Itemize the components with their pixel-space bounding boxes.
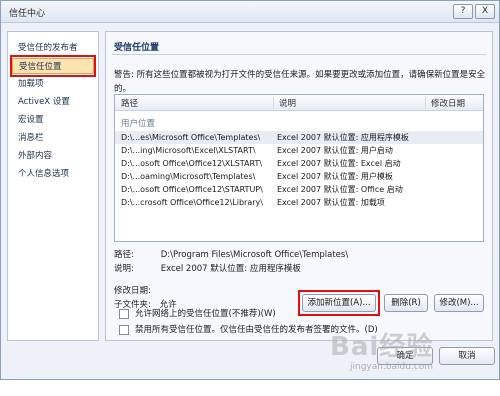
detail-date-label: 修改日期: xyxy=(114,286,151,296)
watermark-logo: Bai经验 xyxy=(330,332,434,362)
sidebar-item-trusted-publishers[interactable]: 受信任的发布者 xyxy=(12,40,94,56)
locations-table: 路径 说明 修改日期 用户位置 D:\...es\Microsoft Offic… xyxy=(114,94,484,242)
row-description: Excel 2007 默认位置: Excel 启动 xyxy=(277,159,401,168)
disable-trusted-locations-checkbox[interactable] xyxy=(119,324,129,335)
table-row[interactable]: D:\...oaming\Microsoft\Templates\ Excel … xyxy=(115,170,483,183)
row-path: D:\...osoft Office\Office12\STARTUP\ xyxy=(121,185,263,194)
row-description: Excel 2007 默认位置: 用户启动 xyxy=(277,146,393,155)
title-bar: 信任中心 ? X xyxy=(1,1,499,23)
detail-path-value: D:\Program Files\Microsoft Office\Templa… xyxy=(160,250,349,260)
table-row[interactable]: D:\...crosoft Office\Office12\Library\ E… xyxy=(115,196,483,209)
sidebar-item-activex-settings[interactable]: ActiveX 设置 xyxy=(12,94,94,110)
help-button[interactable]: ? xyxy=(453,4,473,19)
row-description: Excel 2007 默认位置: 用户模板 xyxy=(277,172,393,181)
row-description: Excel 2007 默认位置: 应用程序模板 xyxy=(277,133,409,142)
table-row[interactable]: D:\...ing\Microsoft\Excel\XLSTART\ Excel… xyxy=(115,144,483,157)
sidebar-item-external-content[interactable]: 外部内容 xyxy=(12,148,94,164)
watermark-url: jingyan.baidu.com xyxy=(350,362,434,372)
close-button[interactable]: X xyxy=(475,4,495,19)
row-path: D:\...oaming\Microsoft\Templates\ xyxy=(121,172,256,181)
column-header-path[interactable]: 路径 xyxy=(121,97,138,109)
trust-center-dialog: 信任中心 ? X 受信任的发布者 受信任位置 加载项 ActiveX 设置 宏设… xyxy=(0,0,500,380)
row-path: D:\...ing\Microsoft\Excel\XLSTART\ xyxy=(121,146,256,155)
row-path: D:\...es\Microsoft Office\Templates\ xyxy=(121,133,261,142)
warning-text: 警告: 所有这些位置都被视为打开文件的受信任来源。如果要更改或添加位置，请确保新… xyxy=(114,70,486,94)
remove-button[interactable]: 删除(R) xyxy=(384,294,428,312)
sidebar-item-addins[interactable]: 加载项 xyxy=(12,76,94,92)
sidebar-item-macro-settings[interactable]: 宏设置 xyxy=(12,112,94,128)
column-divider xyxy=(273,97,274,109)
trusted-locations-panel: 受信任位置 警告: 所有这些位置都被视为打开文件的受信任来源。如果要更改或添加位… xyxy=(105,31,493,341)
allow-network-locations-option[interactable]: 允许网络上的受信任位置(不推荐)(W) xyxy=(119,307,276,319)
row-description: Excel 2007 默认位置: 加载项 xyxy=(277,198,385,207)
table-row[interactable]: D:\...osoft Office\Office12\XLSTART\ Exc… xyxy=(115,157,483,170)
detail-description-label: 说明: xyxy=(114,264,134,274)
table-row[interactable]: D:\...es\Microsoft Office\Templates\ Exc… xyxy=(115,131,483,144)
detail-path: 路径: D:\Program Files\Microsoft Office\Te… xyxy=(114,248,348,260)
sidebar-item-message-bar[interactable]: 消息栏 xyxy=(12,130,94,146)
allow-network-locations-checkbox[interactable] xyxy=(119,308,129,319)
column-header-description[interactable]: 说明 xyxy=(279,97,296,109)
column-divider xyxy=(425,97,426,109)
group-label-user-locations: 用户位置 xyxy=(121,119,156,129)
detail-description: 说明: Excel 2007 默认位置: 应用程序模板 xyxy=(114,262,301,274)
detail-date-modified: 修改日期: xyxy=(114,284,151,296)
column-header-date-modified[interactable]: 修改日期 xyxy=(431,97,465,109)
row-path: D:\...osoft Office\Office12\XLSTART\ xyxy=(121,159,263,168)
table-row[interactable]: D:\...osoft Office\Office12\STARTUP\ Exc… xyxy=(115,183,483,196)
cancel-button[interactable]: 取消 xyxy=(439,347,495,365)
sidebar-item-privacy-options[interactable]: 个人信息选项 xyxy=(12,166,94,182)
highlight-box-add-button xyxy=(298,290,380,316)
detail-path-label: 路径: xyxy=(114,250,134,260)
category-sidebar: 受信任的发布者 受信任位置 加载项 ActiveX 设置 宏设置 消息栏 外部内… xyxy=(7,31,99,341)
highlight-box-sidebar xyxy=(10,55,96,77)
section-divider xyxy=(112,54,486,55)
allow-network-locations-label: 允许网络上的受信任位置(不推荐)(W) xyxy=(135,309,276,319)
row-path: D:\...crosoft Office\Office12\Library\ xyxy=(121,198,263,207)
modify-button[interactable]: 修改(M)... xyxy=(434,294,484,312)
window-title: 信任中心 xyxy=(9,9,46,19)
detail-description-value: Excel 2007 默认位置: 应用程序模板 xyxy=(160,264,301,274)
row-description: Excel 2007 默认位置: Office 启动 xyxy=(277,185,403,194)
table-header: 路径 说明 修改日期 xyxy=(115,95,483,111)
section-title: 受信任位置 xyxy=(114,43,160,53)
